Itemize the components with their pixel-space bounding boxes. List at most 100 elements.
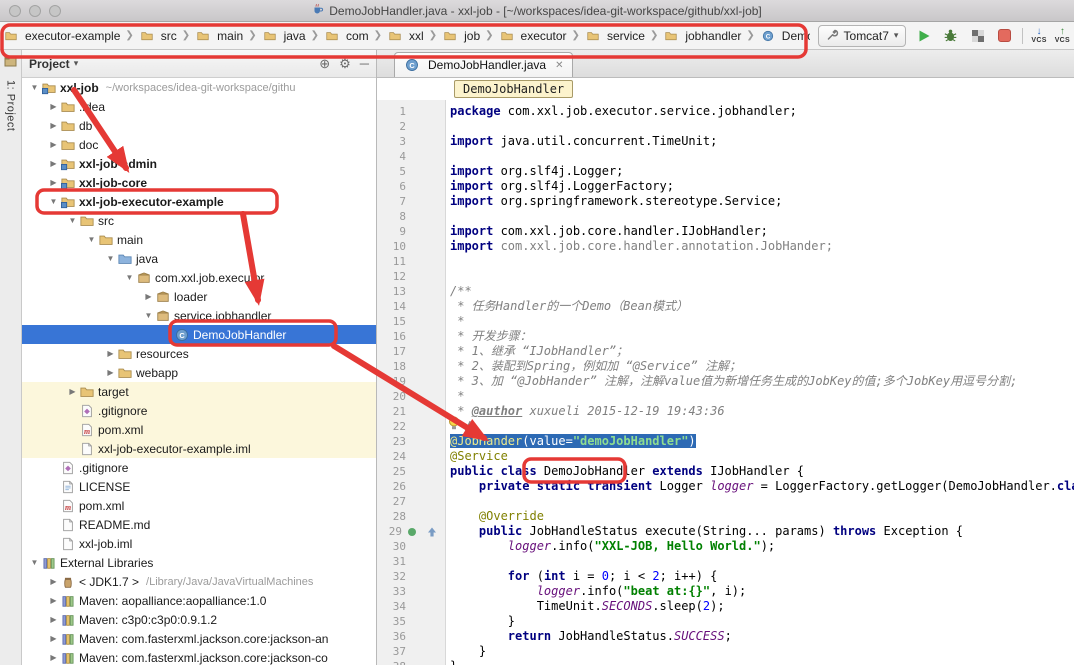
- debug-button[interactable]: [941, 26, 960, 45]
- tree-item-readme.md[interactable]: README.md: [22, 515, 376, 534]
- code-line-6[interactable]: 6import org.slf4j.LoggerFactory;: [377, 179, 1074, 194]
- tree-item-src[interactable]: ▼src: [22, 211, 376, 230]
- breadcrumb-main[interactable]: main: [193, 27, 245, 45]
- breadcrumb-com[interactable]: com: [322, 27, 371, 45]
- gutter-cell[interactable]: 30: [377, 539, 446, 554]
- tree-item-maven-com.fasterxml.jackson.core-jackson-co[interactable]: ▶Maven: com.fasterxml.jackson.core:jacks…: [22, 648, 376, 665]
- tree-item-jdk1.7[interactable]: ▶< JDK1.7 >/Library/Java/JavaVirtualMach…: [22, 572, 376, 591]
- gutter-cell[interactable]: 13: [377, 284, 446, 299]
- code-line-13[interactable]: 13/**: [377, 284, 1074, 299]
- tree-item-xxl-job-admin[interactable]: ▶xxl-job-admin: [22, 154, 376, 173]
- tree-item-xxl-job[interactable]: ▼xxl-job~/workspaces/idea-git-workspace/…: [22, 78, 376, 97]
- coverage-button[interactable]: [968, 26, 987, 45]
- gutter-cell[interactable]: 35: [377, 614, 446, 629]
- code-line-21[interactable]: 21 * @author xuxueli 2015-12-19 19:43:36: [377, 404, 1074, 419]
- code-line-33[interactable]: 33 logger.info("beat at:{}", i);: [377, 584, 1074, 599]
- code-line-3[interactable]: 3import java.util.concurrent.TimeUnit;: [377, 134, 1074, 149]
- code-line-23[interactable]: 23@JobHander(value="demoJobHandler"): [377, 434, 1074, 449]
- intention-bulb-icon[interactable]: [448, 416, 460, 434]
- chevron-right-icon[interactable]: ▶: [47, 634, 60, 643]
- tree-item-maven-com.fasterxml.jackson.core-jackson-an[interactable]: ▶Maven: com.fasterxml.jackson.core:jacks…: [22, 629, 376, 648]
- tree-item-license[interactable]: LICENSE: [22, 477, 376, 496]
- chevron-right-icon[interactable]: ▶: [66, 387, 79, 396]
- code-line-27[interactable]: 27: [377, 494, 1074, 509]
- code-line-16[interactable]: 16 * 开发步骤：: [377, 329, 1074, 344]
- code-line-4[interactable]: 4: [377, 149, 1074, 164]
- tree-item-xxl-job.iml[interactable]: xxl-job.iml: [22, 534, 376, 553]
- gutter-cell[interactable]: 8: [377, 209, 446, 224]
- gutter-cell[interactable]: 21: [377, 404, 446, 419]
- gutter-cell[interactable]: 11: [377, 254, 446, 269]
- gutter-cell[interactable]: 25: [377, 464, 446, 479]
- code-line-2[interactable]: 2: [377, 119, 1074, 134]
- breadcrumb-executor[interactable]: executor: [497, 27, 569, 45]
- hide-panel-icon[interactable]: ─: [360, 56, 369, 71]
- code-line-17[interactable]: 17 * 1、继承 “IJobHandler”；: [377, 344, 1074, 359]
- code-line-15[interactable]: 15 *: [377, 314, 1074, 329]
- chevron-right-icon[interactable]: ▶: [47, 102, 60, 111]
- code-line-30[interactable]: 30 logger.info("XXL-JOB, Hello World.");: [377, 539, 1074, 554]
- code-line-7[interactable]: 7import org.springframework.stereotype.S…: [377, 194, 1074, 209]
- gutter-cell[interactable]: 9: [377, 224, 446, 239]
- breadcrumb-service[interactable]: service: [583, 27, 647, 45]
- code-line-26[interactable]: 26 private static transient Logger logge…: [377, 479, 1074, 494]
- code-line-1[interactable]: 1package com.xxl.job.executor.service.jo…: [377, 104, 1074, 119]
- code-line-12[interactable]: 12: [377, 269, 1074, 284]
- tree-item-.gitignore[interactable]: .gitignore: [22, 458, 376, 477]
- gutter-cell[interactable]: 19: [377, 374, 446, 389]
- code-line-19[interactable]: 19 * 3、加 “@JobHander” 注解，注解value值为新增任务生成…: [377, 374, 1074, 389]
- gutter-cell[interactable]: 10: [377, 239, 446, 254]
- code-line-11[interactable]: 11: [377, 254, 1074, 269]
- code-line-14[interactable]: 14 * 任务Handler的一个Demo（Bean模式）: [377, 299, 1074, 314]
- gutter-cell[interactable]: 14: [377, 299, 446, 314]
- code-line-38[interactable]: 38}: [377, 659, 1074, 665]
- tree-item-main[interactable]: ▼main: [22, 230, 376, 249]
- zoom-window-button[interactable]: [49, 5, 61, 17]
- code-line-20[interactable]: 20 *: [377, 389, 1074, 404]
- code-line-32[interactable]: 32 for (int i = 0; i < 2; i++) {: [377, 569, 1074, 584]
- code-line-18[interactable]: 18 * 2、装配到Spring，例如加 “@Service” 注解；: [377, 359, 1074, 374]
- code-line-10[interactable]: 10import com.xxl.job.core.handler.annota…: [377, 239, 1074, 254]
- tree-item-target[interactable]: ▶target: [22, 382, 376, 401]
- tree-item-db[interactable]: ▶db: [22, 116, 376, 135]
- close-window-button[interactable]: [9, 5, 21, 17]
- chevron-right-icon[interactable]: ▶: [47, 653, 60, 662]
- chevron-down-icon[interactable]: ▼: [66, 216, 79, 225]
- chevron-right-icon[interactable]: ▶: [47, 140, 60, 149]
- breadcrumb-src[interactable]: src: [137, 27, 179, 45]
- chevron-down-icon[interactable]: ▼: [142, 311, 155, 320]
- code-line-5[interactable]: 5import org.slf4j.Logger;: [377, 164, 1074, 179]
- vcs-update-button[interactable]: ↓ VCS: [1031, 27, 1046, 44]
- stop-button[interactable]: [995, 26, 1014, 45]
- code-line-37[interactable]: 37 }: [377, 644, 1074, 659]
- chevron-right-icon[interactable]: ▶: [47, 121, 60, 130]
- gutter-cell[interactable]: 27: [377, 494, 446, 509]
- gutter-cell[interactable]: 2: [377, 119, 446, 134]
- gutter-cell[interactable]: 18: [377, 359, 446, 374]
- gutter-cell[interactable]: 12: [377, 269, 446, 284]
- minimize-window-button[interactable]: [29, 5, 41, 17]
- chevron-down-icon[interactable]: ▼: [28, 83, 41, 92]
- gutter-cell[interactable]: 15: [377, 314, 446, 329]
- breadcrumb-job[interactable]: job: [440, 27, 482, 45]
- code-line-34[interactable]: 34 TimeUnit.SECONDS.sleep(2);: [377, 599, 1074, 614]
- code-line-25[interactable]: 25public class DemoJobHandler extends IJ…: [377, 464, 1074, 479]
- scroll-to-source-icon[interactable]: ⊕: [319, 56, 330, 72]
- tool-window-button-project[interactable]: 1: Project: [5, 80, 17, 131]
- tree-item-pom.xml[interactable]: mpom.xml: [22, 496, 376, 515]
- gutter-cell[interactable]: 4: [377, 149, 446, 164]
- chevron-right-icon[interactable]: ▶: [47, 615, 60, 624]
- breadcrumb-xxl[interactable]: xxl: [385, 27, 426, 45]
- gutter-cell[interactable]: 7: [377, 194, 446, 209]
- tree-item-xxl-job-executor-example[interactable]: ▼xxl-job-executor-example: [22, 192, 376, 211]
- code-editor[interactable]: 1package com.xxl.job.executor.service.jo…: [377, 100, 1074, 665]
- close-icon[interactable]: ✕: [555, 60, 563, 71]
- gutter-cell[interactable]: 20: [377, 389, 446, 404]
- chevron-right-icon[interactable]: ▶: [142, 292, 155, 301]
- tree-item-maven-aopalliance-aopalliance-1.0[interactable]: ▶Maven: aopalliance:aopalliance:1.0: [22, 591, 376, 610]
- gutter-cell[interactable]: 36: [377, 629, 446, 644]
- breadcrumb-executor-example[interactable]: executor-example: [1, 27, 122, 45]
- tree-item-service.jobhandler[interactable]: ▼service.jobhandler: [22, 306, 376, 325]
- breadcrumb-java[interactable]: java: [260, 27, 308, 45]
- code-line-29[interactable]: 29 public JobHandleStatus execute(String…: [377, 524, 1074, 539]
